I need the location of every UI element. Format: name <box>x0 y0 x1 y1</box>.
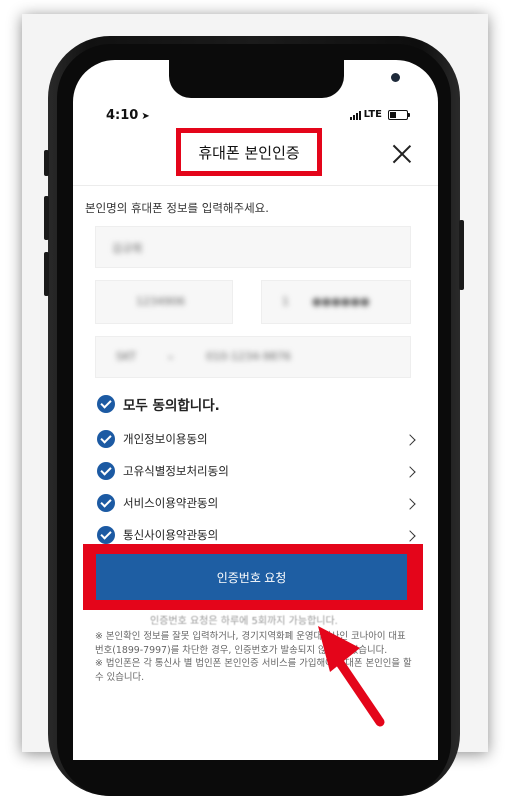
notice-line: ※ 법인폰은 각 통신사 별 법인폰 본인인증 서비스를 가입해야 휴대폰 본인… <box>95 658 412 683</box>
agree-all-label: 모두 동의합니다. <box>123 398 220 414</box>
check-icon <box>97 526 115 544</box>
carrier-select[interactable]: SKT <box>116 350 136 363</box>
location-arrow-icon: ➤ <box>141 111 150 122</box>
birthdate-value: 1234906 <box>136 295 185 308</box>
chevron-right-icon[interactable] <box>404 530 416 542</box>
request-code-button[interactable]: 인증번호 요청 <box>96 554 407 600</box>
gender-digit-field[interactable]: 1 ●●●●●● <box>261 280 411 324</box>
agreement-label: 서비스이용약관동의 <box>123 496 219 510</box>
camera-icon <box>391 73 400 82</box>
agreement-item[interactable]: 개인정보이용동의 <box>97 430 208 448</box>
check-icon <box>97 462 115 480</box>
status-time: 4:10 ➤ <box>106 108 150 123</box>
network-label: LTE <box>363 109 382 120</box>
notch <box>169 60 400 98</box>
name-field[interactable]: 김규희 <box>95 226 411 268</box>
chevron-down-icon: ⌄ <box>166 349 176 362</box>
status-indicators: LTE <box>349 109 410 120</box>
phone-power-button <box>459 220 464 290</box>
agreement-item[interactable]: 서비스이용약관동의 <box>97 494 218 512</box>
agreement-label: 개인정보이용동의 <box>123 432 208 446</box>
masked-digits: ●●●●●● <box>312 295 370 308</box>
agreement-label: 통신사이용약관동의 <box>123 528 219 542</box>
phone-field[interactable]: SKT ⌄ 010-1234-9876 <box>95 336 411 378</box>
battery-icon <box>388 109 410 120</box>
phone-side-button <box>44 150 49 176</box>
agreement-label: 고유식별정보처리동의 <box>123 464 229 478</box>
birthdate-field[interactable]: 1234906 <box>95 280 233 324</box>
gender-digit-value: 1 <box>282 295 289 308</box>
phone-volume-up <box>44 196 49 240</box>
notice-line: ※ 본인확인 정보를 잘못 입력하거나, 경기지역화폐 운영대행사인 코나아이 … <box>95 631 406 656</box>
check-icon <box>97 494 115 512</box>
header-divider <box>73 185 438 186</box>
agreement-item[interactable]: 통신사이용약관동의 <box>97 526 218 544</box>
phone-screen: 4:10 ➤ LTE 휴대폰 본인인증 본인명의 휴대폰 정보를 입력해주세요. … <box>73 60 438 760</box>
check-icon <box>97 395 115 413</box>
phone-number-value: 010-1234-9876 <box>206 350 291 363</box>
chevron-right-icon[interactable] <box>404 434 416 446</box>
chevron-right-icon[interactable] <box>404 466 416 478</box>
agree-all-row[interactable]: 모두 동의합니다. <box>97 394 220 414</box>
close-icon[interactable] <box>392 144 412 164</box>
check-icon <box>97 430 115 448</box>
agreement-item[interactable]: 고유식별정보처리동의 <box>97 462 229 480</box>
chevron-right-icon[interactable] <box>404 498 416 510</box>
instruction-text: 본인명의 휴대폰 정보를 입력해주세요. <box>85 201 269 215</box>
phone-volume-down <box>44 252 49 296</box>
name-value: 김규희 <box>112 242 143 255</box>
notice-text: ※ 본인확인 정보를 잘못 입력하거나, 경기지역화폐 운영대행사인 코나아이 … <box>95 630 413 684</box>
page-title: 휴대폰 본인인증 <box>176 128 322 176</box>
signal-icon <box>349 110 361 120</box>
limit-note: 인증번호 요청은 하루에 5회까지 가능합니다. <box>150 616 338 627</box>
